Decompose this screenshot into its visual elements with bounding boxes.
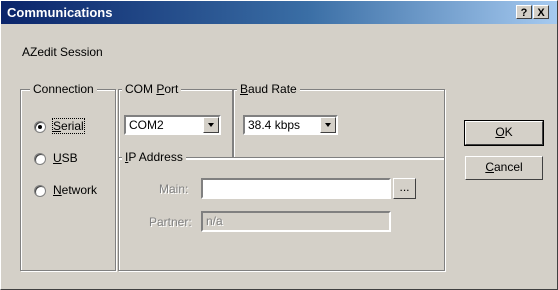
ok-button[interactable]: OK [464, 120, 544, 146]
network-radio-label[interactable]: Network [53, 183, 97, 197]
chevron-down-icon[interactable] [203, 117, 219, 133]
partner-address-value: n/a [206, 214, 223, 228]
main-label: Main: [159, 182, 189, 196]
help-button[interactable]: ? [516, 5, 532, 19]
browse-button[interactable]: ... [393, 178, 416, 199]
baud-rate-select[interactable]: 38.4 kbps [243, 115, 338, 135]
usb-radio[interactable] [34, 153, 46, 165]
usb-radio-label[interactable]: USB [53, 151, 78, 165]
connection-group [20, 89, 116, 271]
serial-radio[interactable] [34, 121, 46, 133]
window-title: Communications [7, 5, 113, 20]
cancel-button[interactable]: Cancel [465, 156, 543, 180]
close-button[interactable]: X [533, 5, 549, 19]
com-port-group-label: COM Port [122, 82, 182, 96]
baud-rate-group-label: Baud Rate [237, 82, 300, 96]
baud-rate-value: 38.4 kbps [248, 118, 301, 132]
session-label: AZedit Session [22, 45, 103, 59]
chevron-down-icon[interactable] [320, 117, 336, 133]
communications-dialog: Communications ? X AZedit Session Connec… [0, 0, 558, 290]
com-port-select[interactable]: COM2 [124, 115, 221, 135]
title-bar[interactable]: Communications ? X [1, 1, 557, 24]
partner-address-input: n/a [201, 211, 391, 232]
connection-group-label: Connection [30, 82, 97, 96]
main-address-input[interactable] [201, 178, 391, 199]
com-port-value: COM2 [129, 118, 164, 132]
partner-label: Partner: [149, 215, 192, 229]
network-radio[interactable] [34, 185, 46, 197]
ip-address-group-label: IP Address [122, 150, 186, 164]
serial-radio-label[interactable]: Serial [52, 118, 85, 134]
